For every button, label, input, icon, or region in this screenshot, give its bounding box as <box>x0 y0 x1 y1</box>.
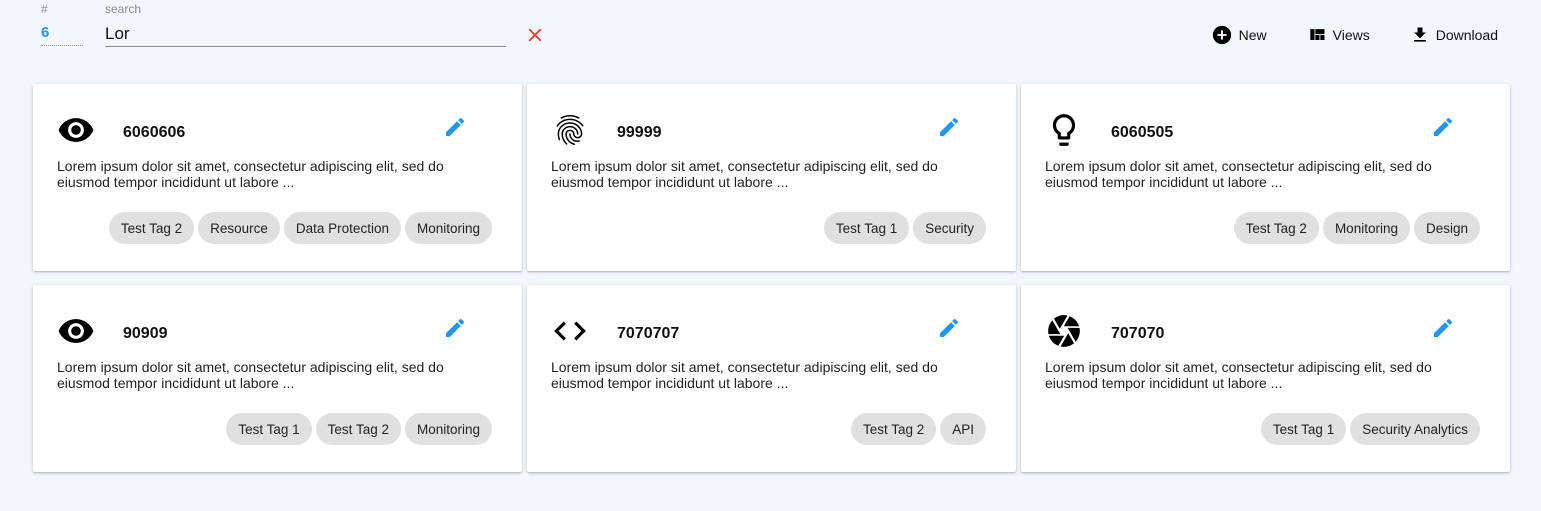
card-description: Lorem ipsum dolor sit amet, consectetur … <box>551 158 938 190</box>
tag-list: Test Tag 1 Test Tag 2 Monitoring <box>226 413 492 445</box>
tag-chip[interactable]: Test Tag 2 <box>850 413 937 445</box>
clear-search-button[interactable] <box>524 24 546 46</box>
tag-chip[interactable]: API <box>940 413 986 445</box>
card-title: 7070707 <box>617 325 680 342</box>
tag-chip[interactable]: Test Tag 2 <box>1233 212 1319 244</box>
view-quilt-icon <box>1309 29 1325 40</box>
count-value: 6 <box>41 16 83 46</box>
edit-button[interactable] <box>1431 115 1455 139</box>
card-title: 6060505 <box>1111 124 1174 141</box>
search-label: search <box>105 2 142 16</box>
card[interactable]: 7070707 Lorem ipsum dolor sit amet, cons… <box>527 285 1016 472</box>
result-count: # 6 <box>41 2 83 46</box>
tag-chip[interactable]: Resource <box>198 212 280 244</box>
card[interactable]: 90909 Lorem ipsum dolor sit amet, consec… <box>33 285 522 472</box>
card-title: 90909 <box>123 325 168 342</box>
card-description: Lorem ipsum dolor sit amet, consectetur … <box>57 158 444 190</box>
download-button-label: Download <box>1435 27 1498 43</box>
download-button[interactable]: Download <box>1410 24 1498 46</box>
card-title: 707070 <box>1111 325 1165 342</box>
tag-chip[interactable]: Test Tag 1 <box>226 413 312 445</box>
camera-shutter-icon <box>1045 312 1083 350</box>
pencil-icon <box>940 117 959 136</box>
views-button-label: Views <box>1332 27 1370 43</box>
edit-button[interactable] <box>1431 316 1455 340</box>
tag-chip[interactable]: Test Tag 1 <box>1260 413 1347 445</box>
tag-list: Test Tag 1 Security <box>823 212 986 244</box>
card-description: Lorem ipsum dolor sit amet, consectetur … <box>1045 158 1432 190</box>
tag-chip[interactable]: Monitoring <box>404 413 492 445</box>
pencil-icon <box>940 318 959 337</box>
tag-chip[interactable]: Test Tag 2 <box>315 413 401 445</box>
card-description: Lorem ipsum dolor sit amet, consectetur … <box>1045 359 1432 391</box>
search-field: search <box>105 2 506 47</box>
close-icon <box>528 28 542 42</box>
edit-button[interactable] <box>937 316 961 340</box>
eye-icon <box>57 312 95 350</box>
tag-chip[interactable]: Monitoring <box>404 212 492 244</box>
add-circle-icon <box>1212 25 1231 45</box>
download-icon <box>1413 27 1426 42</box>
tag-chip[interactable]: Design <box>1413 212 1480 244</box>
pencil-icon <box>1434 117 1453 136</box>
edit-button[interactable] <box>443 316 467 340</box>
new-button-label: New <box>1238 27 1267 43</box>
edit-button[interactable] <box>443 115 467 139</box>
tag-list: Test Tag 2 API <box>850 413 986 445</box>
pencil-icon <box>446 117 465 136</box>
card[interactable]: 707070 Lorem ipsum dolor sit amet, conse… <box>1021 285 1510 472</box>
new-button[interactable]: New <box>1211 24 1267 46</box>
card[interactable]: 99999 Lorem ipsum dolor sit amet, consec… <box>527 84 1016 271</box>
code-icon <box>551 312 589 350</box>
tag-chip[interactable]: Test Tag 1 <box>823 212 910 244</box>
card-grid: 6060606 Lorem ipsum dolor sit amet, cons… <box>33 84 1511 472</box>
card[interactable]: 6060606 Lorem ipsum dolor sit amet, cons… <box>33 84 522 271</box>
pencil-icon <box>446 318 465 337</box>
tag-list: Test Tag 1 Security Analytics <box>1260 413 1480 445</box>
views-button[interactable]: Views <box>1307 24 1370 46</box>
tag-chip[interactable]: Security <box>913 212 986 244</box>
eye-icon <box>57 111 95 149</box>
lightbulb-icon <box>1045 111 1083 149</box>
tag-chip[interactable]: Test Tag 2 <box>108 212 195 244</box>
pencil-icon <box>1434 318 1453 337</box>
card[interactable]: 6060505 Lorem ipsum dolor sit amet, cons… <box>1021 84 1510 271</box>
search-input[interactable] <box>105 16 506 47</box>
toolbar-actions: New Views Download <box>1211 24 1498 46</box>
tag-list: Test Tag 2 Resource Data Protection Moni… <box>108 212 492 244</box>
card-title: 99999 <box>617 124 662 141</box>
count-label: # <box>41 2 48 16</box>
tag-chip[interactable]: Data Protection <box>283 212 401 244</box>
card-description: Lorem ipsum dolor sit amet, consectetur … <box>551 359 938 391</box>
card-description: Lorem ipsum dolor sit amet, consectetur … <box>57 359 444 391</box>
tag-list: Test Tag 2 Monitoring Design <box>1233 212 1480 244</box>
edit-button[interactable] <box>937 115 961 139</box>
card-title: 6060606 <box>123 124 186 141</box>
fingerprint-icon <box>551 111 589 149</box>
tag-chip[interactable]: Security Analytics <box>1350 413 1480 445</box>
tag-chip[interactable]: Monitoring <box>1322 212 1410 244</box>
